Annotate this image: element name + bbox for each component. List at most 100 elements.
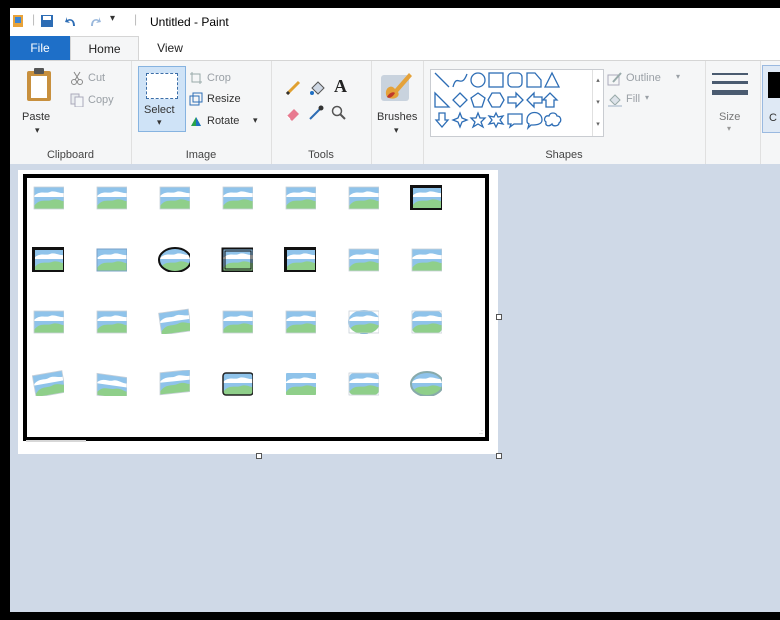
shapes-group-label: Shapes bbox=[545, 149, 583, 161]
shapes-group: ▴ ▾ ▾ Outline ▾ Fill ▾ Shapes bbox=[423, 61, 706, 164]
crop-button[interactable]: Crop bbox=[207, 72, 231, 84]
eraser-icon[interactable] bbox=[285, 105, 301, 121]
cut-icon bbox=[71, 71, 83, 85]
select-button[interactable]: Select ▾ bbox=[138, 66, 186, 132]
size-group: Size ▾ bbox=[705, 61, 761, 164]
fill-button[interactable]: Fill bbox=[626, 93, 640, 105]
shapes-gallery-icons bbox=[434, 71, 562, 131]
picture-thumbnail-icon bbox=[286, 373, 316, 395]
picture-thumbnail-icon bbox=[222, 310, 253, 334]
rounded-rectangle-shape-icon bbox=[507, 72, 523, 88]
title-bar: | ▾ | Untitled - Paint bbox=[10, 8, 780, 36]
color-1-button[interactable]: C bbox=[762, 65, 780, 133]
pencil-icon[interactable] bbox=[285, 80, 301, 96]
picture-thumbnail-icon bbox=[159, 370, 190, 396]
ribbon-tabs: File Home View bbox=[10, 36, 780, 62]
picture-thumbnail-icon bbox=[410, 185, 442, 210]
triangle-shape-icon bbox=[543, 71, 561, 88]
picture-thumbnail-icon bbox=[348, 248, 379, 272]
magnifier-icon[interactable] bbox=[331, 105, 347, 121]
outline-icon bbox=[607, 72, 622, 86]
separator: | bbox=[32, 12, 36, 26]
tools-group-label: Tools bbox=[308, 149, 334, 161]
pentagon-shape-icon bbox=[470, 92, 486, 108]
brushes-icon[interactable] bbox=[379, 69, 415, 103]
picture-thumbnail-icon bbox=[158, 247, 190, 272]
right-triangle-shape-icon bbox=[434, 91, 451, 108]
resize-grip-icon[interactable]: .: bbox=[479, 429, 483, 436]
paste-icon[interactable] bbox=[24, 67, 54, 103]
select-icon bbox=[146, 73, 178, 99]
line-shape-icon bbox=[434, 72, 450, 88]
six-point-star-shape-icon bbox=[487, 111, 505, 129]
picture-thumbnail-icon bbox=[348, 310, 379, 334]
size-button[interactable]: Size bbox=[719, 111, 740, 123]
color-picker-icon[interactable] bbox=[308, 105, 324, 121]
cut-button[interactable]: Cut bbox=[88, 72, 105, 84]
brushes-dropdown-icon[interactable]: ▾ bbox=[394, 125, 399, 136]
select-label: Select bbox=[144, 104, 175, 116]
separator: | bbox=[134, 12, 138, 26]
color-1-swatch bbox=[768, 72, 780, 98]
rotate-button[interactable]: Rotate bbox=[207, 115, 239, 127]
resize-button[interactable]: Resize bbox=[207, 93, 241, 105]
copy-button[interactable]: Copy bbox=[88, 94, 114, 106]
picture-thumbnail-icon bbox=[285, 186, 316, 210]
oval-shape-icon bbox=[470, 72, 486, 88]
tab-home[interactable]: Home bbox=[70, 36, 139, 62]
rotate-icon bbox=[191, 117, 201, 126]
text-icon[interactable]: A bbox=[334, 76, 347, 97]
paste-dropdown-icon[interactable]: ▾ bbox=[35, 125, 40, 136]
copy-icon bbox=[70, 93, 84, 107]
brushes-button[interactable]: Brushes bbox=[377, 111, 417, 123]
rectangle-shape-icon bbox=[488, 72, 504, 88]
crop-icon bbox=[190, 72, 202, 84]
right-arrow-shape-icon bbox=[507, 91, 524, 109]
size-dropdown-icon[interactable]: ▾ bbox=[727, 124, 731, 133]
image-group: Select ▾ Crop Resize Rotate ▾ Image bbox=[131, 61, 272, 164]
drawing-area[interactable]: .: bbox=[10, 164, 780, 612]
resize-icon bbox=[189, 92, 203, 106]
size-icon[interactable] bbox=[712, 71, 748, 101]
tab-view[interactable]: View bbox=[150, 36, 190, 60]
window-title: Untitled - Paint bbox=[150, 15, 229, 29]
paste-button[interactable]: Paste bbox=[22, 111, 50, 123]
shapes-gallery: ▴ ▾ ▾ bbox=[430, 69, 604, 137]
fill-dropdown-icon[interactable]: ▾ bbox=[645, 93, 649, 102]
picture-thumbnail-icon bbox=[158, 308, 190, 334]
picture-thumbnail-icon bbox=[33, 310, 64, 334]
outline-dropdown-icon[interactable]: ▾ bbox=[676, 72, 680, 81]
image-group-label: Image bbox=[185, 149, 217, 161]
picture-thumbnail-icon bbox=[222, 186, 253, 210]
five-point-star-shape-icon bbox=[469, 111, 487, 129]
picture-thumbnail-icon bbox=[222, 372, 253, 396]
picture-thumbnail-icon bbox=[284, 247, 316, 272]
cloud-callout-shape-icon bbox=[543, 112, 562, 127]
select-dropdown-icon[interactable]: ▾ bbox=[157, 117, 162, 128]
polygon-shape-icon bbox=[526, 72, 542, 88]
picture-thumbnail-icon bbox=[348, 186, 379, 210]
up-arrow-shape-icon bbox=[541, 92, 559, 108]
rotate-dropdown-icon[interactable]: ▾ bbox=[253, 115, 258, 126]
diamond-shape-icon bbox=[452, 92, 468, 108]
picture-thumbnail-icon bbox=[96, 248, 127, 272]
shapes-gallery-scroll[interactable]: ▴ ▾ ▾ bbox=[592, 70, 603, 136]
paint-app-icon[interactable] bbox=[12, 13, 26, 29]
canvas-resize-handle-right[interactable] bbox=[496, 314, 502, 320]
fill-with-color-icon[interactable] bbox=[308, 79, 326, 97]
tab-file[interactable]: File bbox=[10, 36, 70, 60]
brushes-group: Brushes ▾ bbox=[371, 61, 424, 164]
canvas[interactable]: .: bbox=[18, 170, 498, 454]
save-icon[interactable] bbox=[40, 14, 54, 28]
picture-thumbnail-icon bbox=[96, 310, 127, 334]
outline-button[interactable]: Outline bbox=[626, 72, 661, 84]
picture-thumbnail-icon bbox=[410, 371, 442, 396]
picture-thumbnail-icon bbox=[285, 310, 316, 334]
customize-quick-access-icon[interactable]: ▾ bbox=[110, 13, 115, 24]
oval-callout-shape-icon bbox=[526, 111, 543, 131]
undo-icon[interactable] bbox=[64, 14, 78, 28]
canvas-resize-handle-bottom[interactable] bbox=[256, 453, 262, 459]
curve-shape-icon bbox=[452, 73, 468, 88]
canvas-resize-handle-corner[interactable] bbox=[496, 453, 502, 459]
redo-icon[interactable] bbox=[88, 14, 102, 28]
